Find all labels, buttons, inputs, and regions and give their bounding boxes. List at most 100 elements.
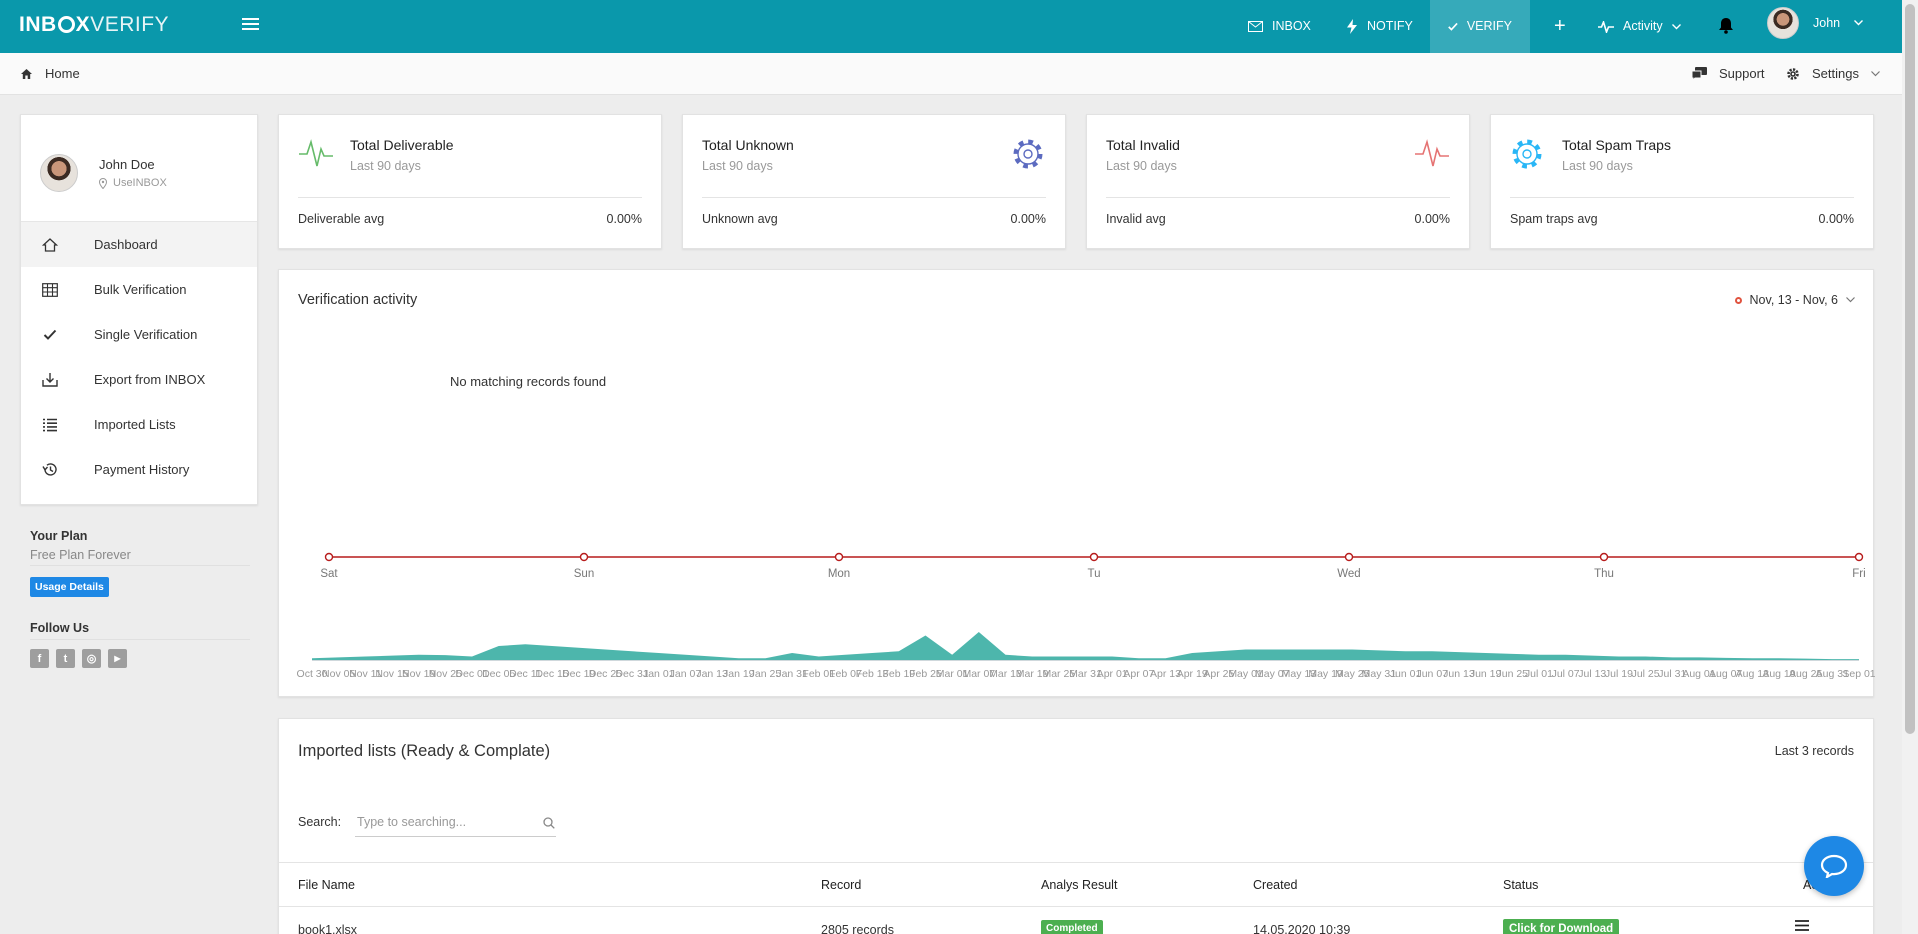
logo-part-1: INB [19, 13, 57, 36]
table-row[interactable]: book1.xlsx 2805 records Completed 14.05.… [279, 907, 1873, 934]
stat-footer-value: 0.00% [606, 212, 642, 226]
stat-title: Total Spam Traps [1562, 137, 1671, 153]
x-tick-label: Tu [1088, 568, 1101, 580]
chevron-down-icon [1871, 70, 1880, 76]
sidebar-item-payment-history[interactable]: Payment History [21, 447, 257, 492]
stat-footer-label: Deliverable avg [298, 212, 385, 226]
history-icon [41, 461, 59, 479]
stat-footer: Spam traps avg 0.00% [1510, 197, 1854, 226]
data-point [1344, 552, 1354, 562]
data-point [1089, 552, 1099, 562]
add-button[interactable]: + [1536, 0, 1584, 53]
chevron-down-icon [1854, 20, 1864, 26]
avatar [40, 154, 78, 192]
nav-verify[interactable]: VERIFY [1430, 0, 1530, 53]
column-header[interactable]: Status [1503, 878, 1538, 892]
chevron-down-icon [1671, 23, 1681, 29]
stat-footer-label: Invalid avg [1106, 212, 1166, 226]
usage-details-button[interactable]: Usage Details [30, 577, 109, 597]
imported-title: Imported lists (Ready & Complate) [298, 742, 551, 760]
plus-icon: + [1554, 15, 1566, 37]
stat-footer: Deliverable avg 0.00% [298, 197, 642, 226]
chat-bubble-icon [1820, 854, 1848, 878]
navigator-tick-label: Jul 07 [1552, 668, 1580, 680]
stat-footer: Invalid avg 0.00% [1106, 197, 1450, 226]
stat-card-unknown: Total Unknown Last 90 days Unknown avg 0… [682, 114, 1066, 249]
sidebar-item-label: Dashboard [94, 237, 158, 252]
activity-chart: Sat Sun Mon Tu Wed Thu FriOct 30Nov 05Nov 11No… [297, 552, 1875, 680]
stat-subtitle: Last 90 days [1562, 159, 1633, 173]
gear-icon [1512, 139, 1542, 169]
stat-title: Total Invalid [1106, 137, 1180, 153]
profile-location-label: UseINBOX [113, 177, 167, 189]
app-logo[interactable]: INB XVERIFY [19, 13, 169, 37]
stat-footer-value: 0.00% [1414, 212, 1450, 226]
column-header[interactable]: Created [1253, 878, 1297, 892]
sidebar-item-bulk-verification[interactable]: Bulk Verification [21, 267, 257, 312]
top-navbar: INB XVERIFY INBOX NOTIFY VERIFY + Activit… [0, 0, 1902, 53]
cell-created: 14.05.2020 10:39 [1253, 923, 1351, 934]
x-tick-label: Wed [1337, 568, 1360, 580]
settings-menu[interactable]: Settings [1786, 66, 1880, 81]
live-chat-button[interactable] [1804, 836, 1864, 896]
breadcrumb[interactable]: Home [20, 66, 80, 81]
column-header[interactable]: Record [821, 878, 861, 892]
column-header[interactable]: Analys Result [1041, 878, 1117, 892]
download-button[interactable]: Click for Download [1503, 919, 1620, 934]
check-icon [41, 326, 59, 344]
sidebar-item-imported-lists[interactable]: Imported Lists [21, 402, 257, 447]
nav-notify-label: NOTIFY [1367, 19, 1413, 33]
navigator-tick-label: Jul 19 [1605, 668, 1633, 680]
support-link[interactable]: Support [1692, 66, 1765, 81]
check-icon [1448, 22, 1458, 31]
sidebar-item-label: Payment History [94, 462, 190, 477]
instagram-icon[interactable]: ◎ [82, 649, 101, 668]
sidebar-item-single-verification[interactable]: Single Verification [21, 312, 257, 357]
notifications-bell-icon[interactable] [1718, 17, 1734, 37]
cell-file-name: book1.xlsx [298, 923, 358, 934]
profile-name: John Doe [99, 157, 155, 172]
sidebar-item-export-from-inbox[interactable]: Export from INBOX [21, 357, 257, 402]
support-label: Support [1719, 66, 1765, 81]
data-point [1854, 552, 1864, 562]
export-icon [41, 371, 59, 389]
search-icon[interactable] [543, 817, 555, 829]
stat-title: Total Unknown [702, 137, 794, 153]
x-tick-label: Thu [1594, 568, 1614, 580]
x-tick-label: Sat [320, 568, 338, 580]
search-input[interactable] [355, 807, 556, 837]
follow-title: Follow Us [30, 621, 250, 640]
column-header[interactable]: File Name [298, 878, 355, 892]
sidebar-item-dashboard[interactable]: Dashboard [21, 222, 257, 267]
nav-activity[interactable]: Activity [1580, 0, 1699, 53]
x-tick-label: Mon [828, 568, 850, 580]
gear-icon [1013, 139, 1043, 169]
nav-notify[interactable]: NOTIFY [1328, 0, 1431, 53]
twitter-icon[interactable]: t [56, 649, 75, 668]
nav-inbox[interactable]: INBOX [1230, 0, 1329, 53]
plan-name: Free Plan Forever [30, 548, 250, 566]
settings-label: Settings [1812, 66, 1859, 81]
records-count: Last 3 records [1774, 744, 1854, 758]
breadcrumb-home[interactable]: Home [45, 66, 80, 81]
stat-footer-label: Unknown avg [702, 212, 778, 226]
youtube-icon[interactable]: ▶ [108, 649, 127, 668]
avatar [1767, 7, 1799, 39]
cell-record: 2805 records [821, 923, 894, 934]
date-range-picker[interactable]: Nov, 13 - Nov, 6 [1734, 293, 1855, 307]
navigator-tick-label: Jun 25 [1496, 668, 1528, 680]
navigator-tick-label: Jul 13 [1578, 668, 1606, 680]
navigator-area [312, 632, 1859, 660]
plan-section: Your Plan Free Plan Forever Usage Detail… [30, 529, 250, 597]
row-actions-menu-icon[interactable] [1795, 920, 1809, 934]
page-scrollbar[interactable] [1902, 0, 1918, 934]
logo-ring-icon [57, 16, 75, 33]
hamburger-menu-icon[interactable] [242, 18, 259, 32]
facebook-icon[interactable]: f [30, 649, 49, 668]
user-menu[interactable]: John [1767, 7, 1864, 39]
date-range-label: Nov, 13 - Nov, 6 [1749, 293, 1838, 307]
scrollbar-thumb[interactable] [1905, 4, 1915, 734]
data-point [834, 552, 844, 562]
sidebar-card: John Doe UseINBOX Dashboard Bulk Verific… [20, 114, 258, 505]
navigator-tick-label: Sep 01 [1842, 668, 1875, 680]
